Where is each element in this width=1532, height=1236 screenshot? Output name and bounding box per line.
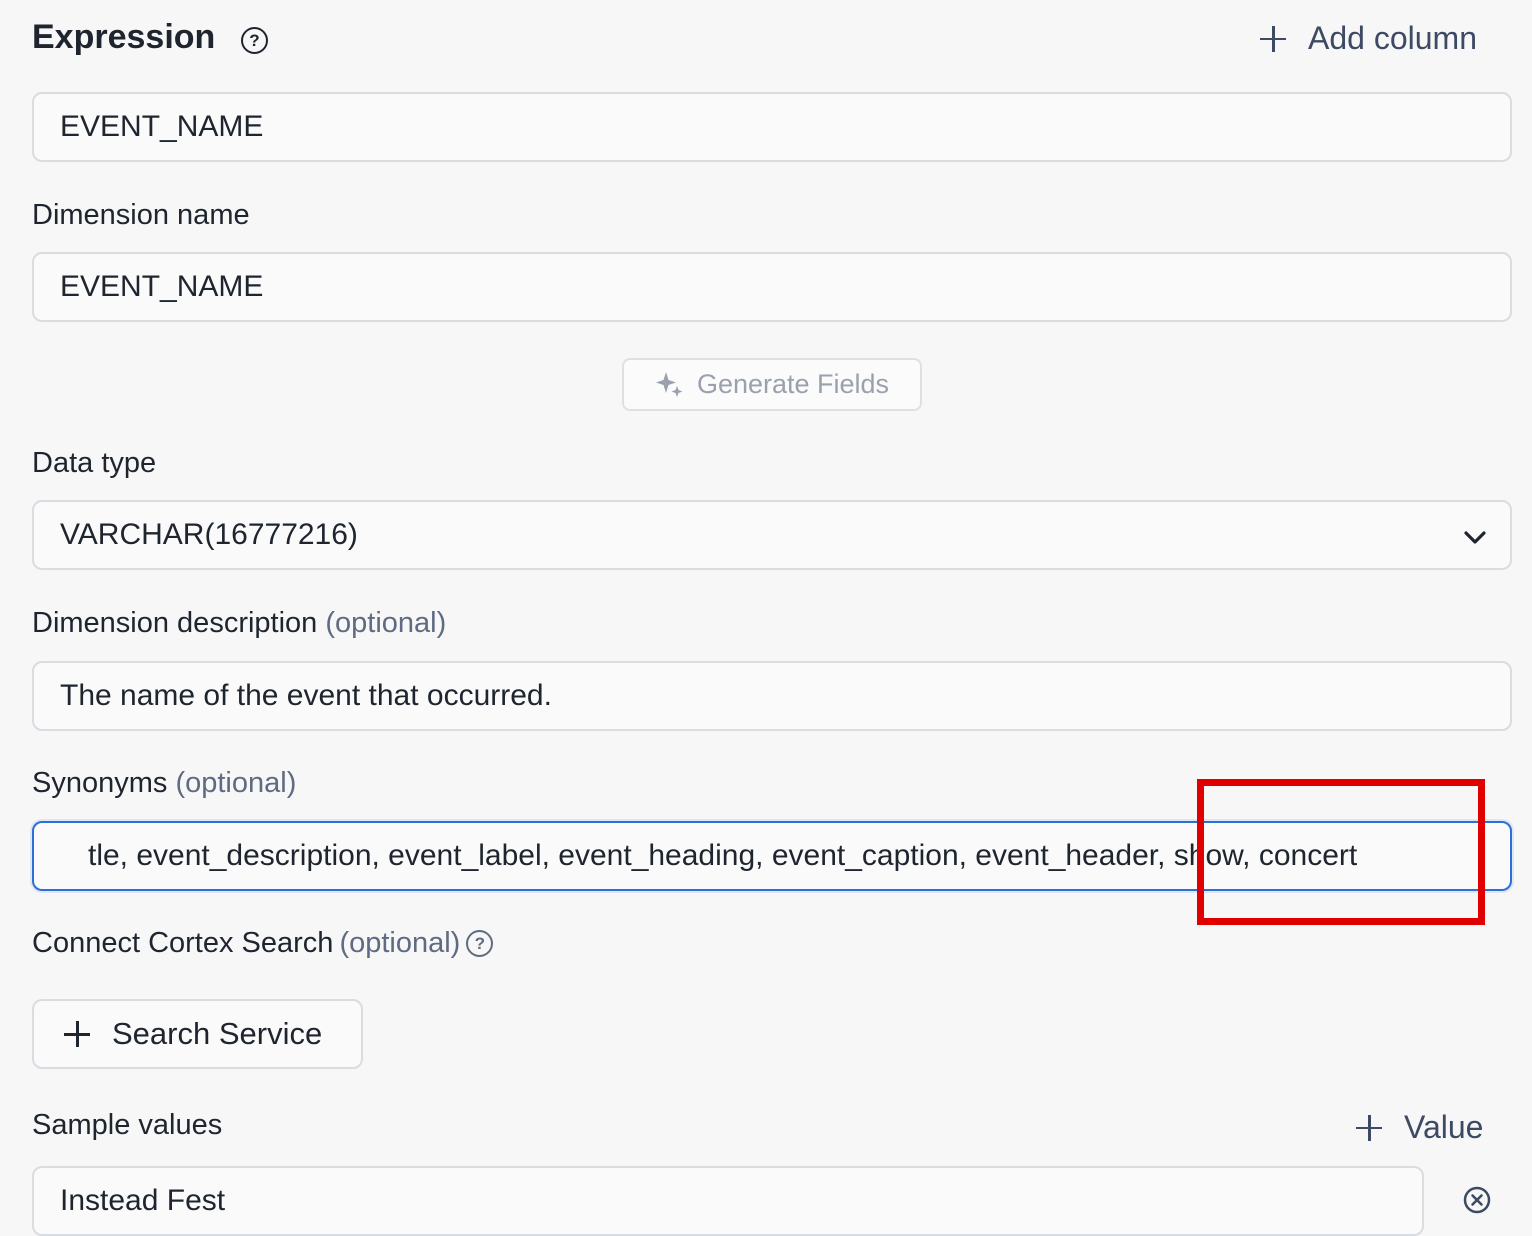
dimension-name-label: Dimension name [32, 199, 250, 231]
data-type-label: Data type [32, 447, 157, 479]
dimension-name-value: EVENT_NAME [60, 270, 264, 303]
add-column-label: Add column [1308, 20, 1477, 56]
dimension-name-input[interactable]: EVENT_NAME [32, 252, 1512, 322]
sample-value-input[interactable]: Instead Fest [32, 1166, 1424, 1236]
search-service-label: Search Service [112, 1016, 323, 1051]
add-column-button[interactable]: Add column [1260, 20, 1477, 57]
optional-tag: (optional) [325, 607, 447, 639]
optional-tag: (optional) [175, 767, 297, 799]
add-value-button[interactable]: Value [1356, 1109, 1483, 1146]
synonyms-label: Synonyms (optional) [32, 767, 296, 800]
generate-fields-label: Generate Fields [696, 369, 890, 399]
expression-title: Expression [32, 18, 216, 56]
add-search-service-button[interactable]: Search Service [32, 999, 363, 1069]
dimension-description-value: The name of the event that occurred. [60, 679, 552, 712]
expression-value: EVENT_NAME [60, 110, 264, 143]
plus-icon [64, 1021, 90, 1047]
dimension-description-label: Dimension description (optional) [32, 607, 446, 640]
data-type-select[interactable]: VARCHAR(16777216) [32, 500, 1512, 570]
generate-fields-button[interactable]: Generate Fields [622, 358, 922, 411]
question-circle-icon[interactable]: ? [241, 27, 268, 54]
sample-values-label: Sample values [32, 1109, 223, 1141]
plus-icon [1356, 1114, 1382, 1141]
synonyms-label-text: Synonyms [32, 767, 168, 799]
synonyms-value: tle, event_description, event_label, eve… [88, 839, 1358, 872]
sample-value-text: Instead Fest [60, 1184, 226, 1217]
add-value-label: Value [1404, 1109, 1484, 1145]
synonyms-input[interactable]: tle, event_description, event_label, eve… [32, 821, 1512, 891]
cortex-search-label-text: Connect Cortex Search [32, 927, 334, 959]
sparkles-icon [655, 371, 683, 397]
dimension-description-input[interactable]: The name of the event that occurred. [32, 661, 1512, 731]
expression-input[interactable]: EVENT_NAME [32, 92, 1512, 162]
data-type-value: VARCHAR(16777216) [60, 518, 358, 551]
optional-tag: (optional) [339, 927, 461, 959]
plus-icon [1260, 25, 1286, 52]
cortex-search-label: Connect Cortex Search (optional) ? [32, 927, 494, 960]
question-circle-icon[interactable]: ? [466, 930, 494, 957]
dimension-description-label-text: Dimension description [32, 607, 318, 639]
clear-circle-icon[interactable] [1463, 1186, 1491, 1214]
chevron-down-icon [1464, 531, 1486, 544]
